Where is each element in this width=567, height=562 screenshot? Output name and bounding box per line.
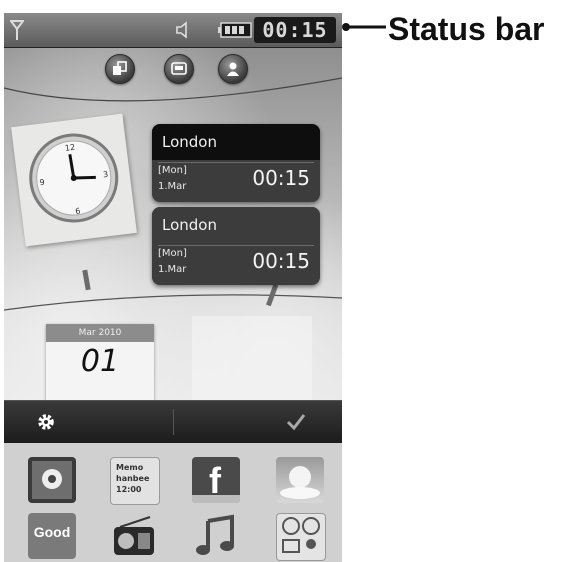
- clock-face-icon: 12 3 6 9: [29, 133, 119, 223]
- svg-text:3: 3: [103, 170, 109, 180]
- app-tray: Memo hanbee 12:00 f Good: [4, 443, 342, 562]
- world-clock-date: 1.Mar: [158, 181, 187, 192]
- divider: [158, 162, 314, 163]
- facebook-bar: [192, 495, 240, 503]
- weather-app-button[interactable]: [276, 457, 324, 503]
- world-clock-date: 1.Mar: [158, 264, 187, 275]
- calendar-day: 01: [80, 344, 120, 379]
- contact-shortcut-button[interactable]: [218, 54, 248, 84]
- gear-icon[interactable]: [36, 412, 56, 432]
- home-wallpaper: 12 3 6 9 London [Mon] 1.Mar 00:15 London…: [4, 48, 342, 406]
- callout-label: Status bar: [388, 11, 545, 47]
- memo-app-button[interactable]: Memo hanbee 12:00: [110, 457, 160, 505]
- radio-app-button[interactable]: [110, 513, 158, 559]
- world-clock-city: London: [152, 124, 320, 160]
- swap-icon: [113, 61, 127, 75]
- messaging-icon: [282, 517, 320, 553]
- world-clock-day: [Mon]: [158, 248, 187, 259]
- edit-toolbar: [4, 400, 342, 443]
- photo-frame-widget[interactable]: [192, 316, 312, 406]
- status-bar: 00:15: [4, 13, 342, 48]
- analog-clock-widget[interactable]: 12 3 6 9: [11, 113, 137, 247]
- svg-text:9: 9: [39, 178, 45, 188]
- radio-icon: [114, 516, 154, 555]
- divider: [158, 245, 314, 246]
- music-icon: [196, 514, 234, 555]
- world-clock-widget[interactable]: London [Mon] 1.Mar 00:15: [152, 124, 320, 202]
- phone-screen: 00:15 12 3 6 9 London [Mon] 1.Mar 00:15 …: [4, 13, 342, 562]
- messaging-app-button[interactable]: [276, 513, 326, 561]
- svg-text:6: 6: [75, 206, 81, 216]
- good-app-button[interactable]: Good: [28, 513, 76, 559]
- world-clock-city: London: [152, 207, 320, 243]
- signal-icon: [10, 20, 24, 40]
- weather-icon: [280, 466, 320, 499]
- facebook-app-button[interactable]: f: [192, 457, 240, 503]
- world-clock-time: 00:15: [252, 249, 310, 273]
- calendar-month: Mar 2010: [46, 324, 154, 342]
- contact-icon: [227, 62, 239, 76]
- good-icon: Good: [33, 524, 71, 540]
- memo-line: hanbee: [116, 474, 150, 483]
- music-app-button[interactable]: [192, 513, 240, 559]
- world-clock-widget[interactable]: London [Mon] 1.Mar 00:15: [152, 207, 320, 285]
- checkmark-icon[interactable]: [286, 413, 306, 431]
- swap-shortcut-button[interactable]: [105, 54, 135, 84]
- world-clock-day: [Mon]: [158, 165, 187, 176]
- memo-line: Memo: [116, 463, 144, 472]
- message-shortcut-button[interactable]: [164, 54, 194, 84]
- memo-icon: Memo hanbee 12:00: [111, 458, 159, 499]
- battery-icon: [218, 22, 252, 38]
- memo-line: 12:00: [116, 485, 142, 494]
- photo-icon: [32, 461, 72, 499]
- message-icon: [171, 62, 187, 75]
- world-clock-time: 00:15: [252, 166, 310, 190]
- svg-text:12: 12: [64, 143, 75, 153]
- photo-app-button[interactable]: [28, 457, 76, 503]
- divider: [173, 409, 174, 435]
- status-time: 00:15: [254, 17, 336, 43]
- speaker-icon: [176, 21, 187, 39]
- callout-pointer: [342, 23, 386, 31]
- calendar-widget[interactable]: Mar 2010 01: [46, 324, 154, 404]
